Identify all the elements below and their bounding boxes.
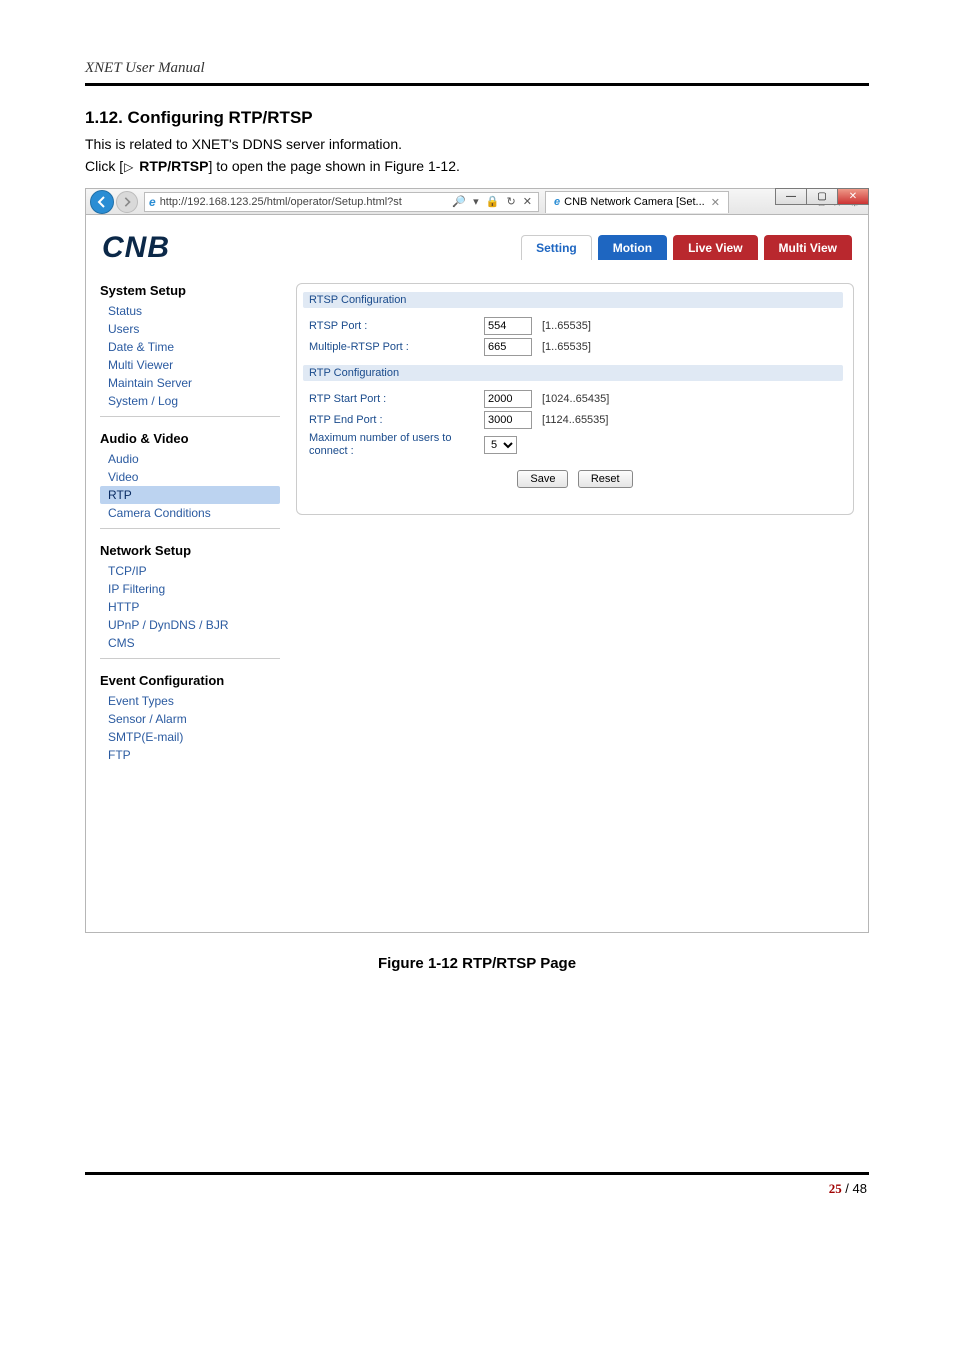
close-button[interactable]: ✕ — [837, 188, 869, 205]
section-title: 1.12. Configuring RTP/RTSP — [85, 108, 869, 128]
rtsp-port-range: [1..65535] — [542, 320, 591, 332]
sidebar-item-multiviewer[interactable]: Multi Viewer — [100, 356, 280, 374]
sidebar-item-sensor[interactable]: Sensor / Alarm — [100, 710, 280, 728]
rtp-start-input[interactable] — [484, 390, 532, 408]
sidebar-item-datetime[interactable]: Date & Time — [100, 338, 280, 356]
window-controls: — ▢ ✕ — [776, 188, 869, 205]
sidebar-item-ftp[interactable]: FTP — [100, 746, 280, 764]
sidebar-item-video[interactable]: Video — [100, 468, 280, 486]
config-panel: RTSP Configuration RTSP Port : [1..65535… — [296, 283, 854, 515]
svg-text:CNB: CNB — [102, 231, 170, 264]
rtp-start-label: RTP Start Port : — [309, 393, 484, 405]
sidebar-item-maintain[interactable]: Maintain Server — [100, 374, 280, 392]
rtp-end-range: [1124..65535] — [542, 414, 608, 426]
header-rule — [85, 83, 869, 86]
maximize-button[interactable]: ▢ — [806, 188, 838, 205]
group-audio-video: Audio & Video Audio Video RTP Camera Con… — [100, 431, 280, 529]
rtsp-port-label: RTSP Port : — [309, 320, 484, 332]
row-rtp-end: RTP End Port : [1124..65535] — [309, 411, 847, 429]
max-users-select[interactable]: 5 — [484, 436, 517, 454]
tab-multi-view[interactable]: Multi View — [764, 235, 852, 260]
audiovideo-head: Audio & Video — [100, 431, 280, 446]
sidebar-item-ipfiltering[interactable]: IP Filtering — [100, 580, 280, 598]
group-event-config: Event Configuration Event Types Sensor /… — [100, 673, 280, 770]
cnb-logo-svg: CNB — [102, 229, 232, 265]
sidebar-item-upnp[interactable]: UPnP / DynDNS / BJR — [100, 616, 280, 634]
page-total: 48 — [853, 1181, 867, 1196]
back-button[interactable] — [90, 190, 114, 214]
rtsp-group-label: RTSP Configuration — [303, 292, 843, 308]
address-bar-icons: 🔎 ▾ 🔒 ↻ ✕ — [452, 195, 534, 208]
sidebar-item-camera-conditions[interactable]: Camera Conditions — [100, 504, 280, 522]
tab-setting[interactable]: Setting — [521, 235, 592, 260]
forward-button[interactable] — [116, 191, 138, 213]
tab-live-view[interactable]: Live View — [673, 235, 757, 260]
page-number: 25 / 48 — [85, 1181, 869, 1197]
ie-icon: e — [554, 196, 560, 208]
triangle-icon: ▷ — [124, 160, 133, 174]
sidebar-item-tcpip[interactable]: TCP/IP — [100, 562, 280, 580]
tab-title: CNB Network Camera [Set... — [564, 196, 705, 208]
save-button[interactable]: Save — [517, 470, 568, 488]
group-system-setup: System Setup Status Users Date & Time Mu… — [100, 283, 280, 417]
sidebar-item-systemlog[interactable]: System / Log — [100, 392, 280, 410]
group-network-setup: Network Setup TCP/IP IP Filtering HTTP U… — [100, 543, 280, 659]
address-bar[interactable]: e http://192.168.123.25/html/operator/Se… — [144, 192, 539, 212]
row-rtp-start: RTP Start Port : [1024..65435] — [309, 390, 847, 408]
figure-caption: Figure 1-12 RTP/RTSP Page — [85, 955, 869, 972]
page-sep: / — [842, 1181, 853, 1196]
page-content: CNB Setting Motion Live View Multi View — [86, 215, 868, 932]
cnb-logo: CNB — [102, 229, 232, 265]
rtp-group-label: RTP Configuration — [303, 365, 843, 381]
sidebar-item-smtp[interactable]: SMTP(E-mail) — [100, 728, 280, 746]
doc-header: XNET User Manual — [85, 60, 869, 77]
button-row: Save Reset — [303, 470, 847, 488]
arrow-left-icon — [96, 196, 108, 208]
click-suffix: ] to open the page shown in Figure 1-12. — [208, 158, 459, 174]
browser-toolbar: e http://192.168.123.25/html/operator/Se… — [86, 189, 868, 215]
mrtsp-label: Multiple-RTSP Port : — [309, 341, 484, 353]
tab-close-icon[interactable]: ✕ — [711, 196, 720, 209]
click-prefix: Click [ — [85, 158, 123, 174]
ie-icon: e — [149, 195, 156, 209]
cnb-header: CNB Setting Motion Live View Multi View — [102, 229, 852, 265]
sidebar-item-status[interactable]: Status — [100, 302, 280, 320]
mrtsp-input[interactable] — [484, 338, 532, 356]
footer-rule — [85, 1172, 869, 1175]
sidebar-item-audio[interactable]: Audio — [100, 450, 280, 468]
url-text: http://192.168.123.25/html/operator/Setu… — [160, 196, 402, 208]
click-instruction: Click [▷ RTP/RTSP] to open the page show… — [85, 158, 869, 174]
network-setup-head: Network Setup — [100, 543, 280, 558]
minimize-button[interactable]: — — [775, 188, 807, 205]
row-mrtsp-port: Multiple-RTSP Port : [1..65535] — [309, 338, 847, 356]
click-target-bold: RTP/RTSP — [139, 158, 208, 174]
max-users-label: Maximum number of users to connect : — [309, 432, 484, 458]
row-max-users: Maximum number of users to connect : 5 — [309, 432, 847, 458]
sidebar: System Setup Status Users Date & Time Mu… — [100, 283, 280, 784]
browser-window: — ▢ ✕ e http://192.168.123.25/html/opera… — [85, 188, 869, 933]
rtp-end-label: RTP End Port : — [309, 414, 484, 426]
event-config-head: Event Configuration — [100, 673, 280, 688]
system-setup-head: System Setup — [100, 283, 280, 298]
intro-text: This is related to XNET's DDNS server in… — [85, 136, 869, 152]
sidebar-item-rtp[interactable]: RTP — [100, 486, 280, 504]
sidebar-item-eventtypes[interactable]: Event Types — [100, 692, 280, 710]
rtp-end-input[interactable] — [484, 411, 532, 429]
rtsp-port-input[interactable] — [484, 317, 532, 335]
row-rtsp-port: RTSP Port : [1..65535] — [309, 317, 847, 335]
sidebar-item-users[interactable]: Users — [100, 320, 280, 338]
sidebar-item-http[interactable]: HTTP — [100, 598, 280, 616]
sidebar-item-cms[interactable]: CMS — [100, 634, 280, 652]
reset-button[interactable]: Reset — [578, 470, 633, 488]
mrtsp-range: [1..65535] — [542, 341, 591, 353]
tab-motion[interactable]: Motion — [598, 235, 667, 260]
top-tabs: Setting Motion Live View Multi View — [521, 235, 852, 260]
arrow-right-icon — [122, 197, 132, 207]
rtp-start-range: [1024..65435] — [542, 393, 609, 405]
browser-tab[interactable]: e CNB Network Camera [Set... ✕ — [545, 191, 729, 213]
page-current: 25 — [829, 1181, 842, 1196]
